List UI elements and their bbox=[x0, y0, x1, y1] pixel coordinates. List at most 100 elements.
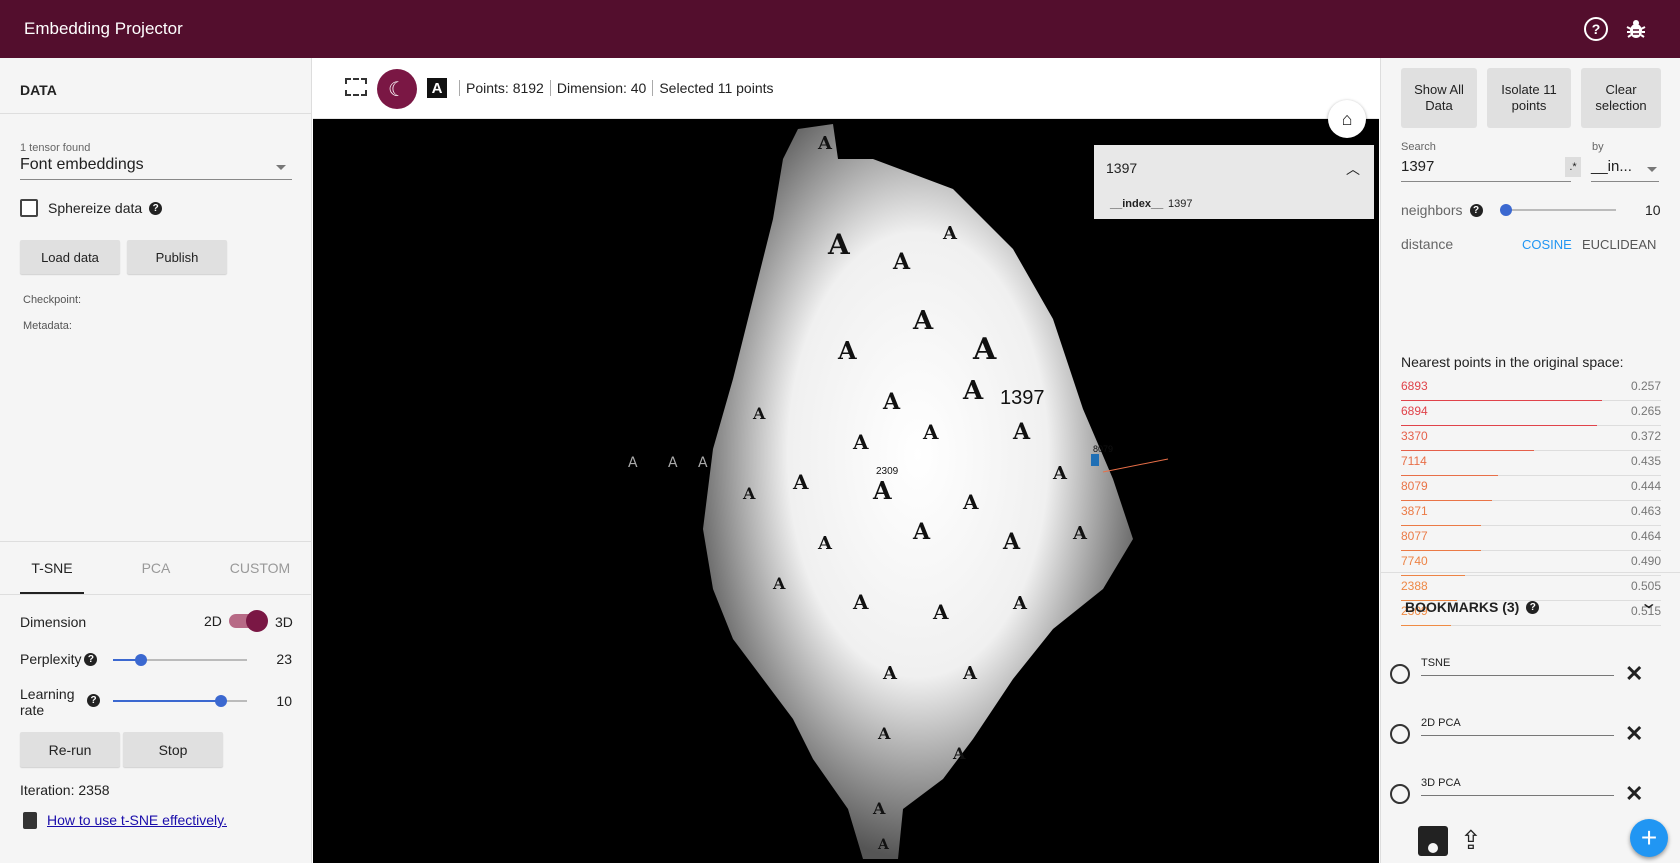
neighbor-id[interactable]: 6894 bbox=[1401, 404, 1428, 418]
close-icon[interactable]: ✕ bbox=[1625, 661, 1643, 687]
dimension-toggle-thumb[interactable] bbox=[246, 610, 268, 632]
neighbor-id[interactable]: 8077 bbox=[1401, 529, 1428, 543]
bookmarks-title: BOOKMARKS (3) bbox=[1405, 599, 1520, 615]
stray-label-c: A bbox=[698, 455, 708, 471]
tab-pca[interactable]: PCA bbox=[104, 542, 208, 594]
svg-text:A: A bbox=[817, 533, 833, 554]
close-icon[interactable]: ✕ bbox=[1625, 721, 1643, 747]
svg-text:A: A bbox=[877, 837, 890, 853]
neighbor-row[interactable]: 6893 0.257 bbox=[1401, 376, 1661, 401]
metadata-key: __index__ bbox=[1110, 198, 1164, 210]
regex-toggle[interactable]: .* bbox=[1565, 157, 1581, 177]
sphereize-option[interactable]: Sphereize data ? bbox=[20, 199, 163, 217]
neighbor-row[interactable]: 6894 0.265 bbox=[1401, 401, 1661, 426]
close-icon[interactable]: ✕ bbox=[1625, 781, 1643, 807]
learning-rate-slider-thumb[interactable] bbox=[215, 695, 227, 707]
tab-tsne[interactable]: T-SNE bbox=[0, 542, 104, 594]
rerun-button[interactable]: Re-run bbox=[20, 732, 120, 767]
neighbor-distance: 0.490 bbox=[1630, 554, 1661, 568]
add-bookmark-button[interactable]: + bbox=[1630, 819, 1668, 857]
night-mode-icon[interactable]: ☾ bbox=[377, 69, 417, 109]
metadata-label: Metadata: bbox=[23, 320, 72, 332]
home-icon[interactable]: ⌂ bbox=[1328, 100, 1366, 138]
neighbors-value: 10 bbox=[1645, 202, 1661, 218]
perplexity-label-row: Perplexity ? bbox=[20, 651, 98, 667]
label-mode-icon[interactable]: A bbox=[427, 78, 447, 98]
neighbor-row[interactable]: 3370 0.372 bbox=[1401, 426, 1661, 451]
dim-3d-label: 3D bbox=[275, 614, 293, 630]
upload-icon[interactable]: ⇪ bbox=[1460, 826, 1482, 854]
search-by-value: __in... bbox=[1591, 158, 1632, 175]
select-mode-icon[interactable] bbox=[345, 78, 367, 96]
dim-2d-label: 2D bbox=[204, 613, 222, 629]
neighbor-line bbox=[1102, 458, 1169, 473]
bookmark-label[interactable]: TSNE bbox=[1421, 657, 1614, 676]
neighbor-id[interactable]: 8079 bbox=[1401, 479, 1428, 493]
publish-button[interactable]: Publish bbox=[127, 240, 227, 274]
chevron-down-icon bbox=[276, 165, 286, 170]
help-icon[interactable]: ? bbox=[1526, 600, 1540, 614]
help-icon[interactable]: ? bbox=[87, 694, 100, 707]
tab-custom[interactable]: CUSTOM bbox=[208, 542, 312, 594]
stats: Points: 8192 Dimension: 40 Selected 11 p… bbox=[459, 80, 780, 96]
learning-rate-label-2: rate bbox=[20, 702, 45, 718]
svg-text:A: A bbox=[1072, 523, 1088, 544]
show-all-data-button[interactable]: Show All Data bbox=[1401, 68, 1477, 128]
app-header: Embedding Projector ? bbox=[0, 0, 1680, 58]
projection-canvas[interactable]: A A A A A A A A A A A A A A A A A A A A … bbox=[313, 119, 1379, 863]
neighbors-slider-track[interactable] bbox=[1506, 209, 1616, 211]
neighbors-slider-thumb[interactable] bbox=[1500, 204, 1512, 216]
help-icon[interactable]: ? bbox=[149, 201, 163, 215]
bookmark-label[interactable]: 3D PCA bbox=[1421, 777, 1614, 796]
neighbor-label-8079: 8079 bbox=[1093, 444, 1113, 454]
point-cloud-mass bbox=[703, 124, 1133, 859]
cosine-option[interactable]: COSINE bbox=[1522, 237, 1572, 252]
tsne-help-link[interactable]: How to use t-SNE effectively. bbox=[47, 812, 227, 828]
help-icon[interactable]: ? bbox=[1469, 203, 1483, 217]
bookmark-radio[interactable] bbox=[1390, 724, 1410, 744]
neighbor-distance: 0.505 bbox=[1630, 579, 1661, 593]
chevron-down-icon[interactable]: ⌄ bbox=[1639, 593, 1658, 613]
search-input[interactable]: 1397 bbox=[1401, 158, 1571, 182]
chevron-up-icon[interactable]: ︿ bbox=[1346, 159, 1360, 179]
neighbor-row[interactable]: 7114 0.435 bbox=[1401, 451, 1661, 476]
help-icon[interactable]: ? bbox=[84, 652, 98, 666]
neighbor-row[interactable]: 8079 0.444 bbox=[1401, 476, 1661, 501]
load-data-button[interactable]: Load data bbox=[20, 240, 120, 274]
neighbor-row[interactable]: 2388 0.505 bbox=[1401, 576, 1661, 601]
sphereize-checkbox[interactable] bbox=[20, 199, 38, 217]
neighbors-label-row: neighbors ? bbox=[1401, 202, 1483, 218]
save-icon[interactable] bbox=[1418, 826, 1448, 856]
perplexity-slider-thumb[interactable] bbox=[135, 654, 147, 666]
svg-text:A: A bbox=[932, 600, 949, 624]
help-icon[interactable]: ? bbox=[1584, 17, 1608, 41]
bookmark-radio[interactable] bbox=[1390, 664, 1410, 684]
selected-point-label: 1397 bbox=[1000, 387, 1045, 409]
isolate-points-button[interactable]: Isolate 11 points bbox=[1487, 68, 1571, 128]
svg-text:A: A bbox=[1052, 463, 1068, 484]
svg-text:A: A bbox=[817, 133, 833, 154]
svg-text:A: A bbox=[742, 484, 756, 503]
selection-info-card: 1397 ︿ __index__ 1397 bbox=[1094, 145, 1374, 219]
euclidean-option[interactable]: EUCLIDEAN bbox=[1582, 237, 1656, 252]
clear-selection-button[interactable]: Clear selection bbox=[1581, 68, 1661, 128]
neighbor-id[interactable]: 7740 bbox=[1401, 554, 1428, 568]
divider bbox=[1381, 572, 1680, 573]
by-caption: by bbox=[1592, 141, 1604, 153]
bug-icon[interactable] bbox=[1624, 17, 1648, 41]
bookmark-radio[interactable] bbox=[1390, 784, 1410, 804]
neighbor-id[interactable]: 6893 bbox=[1401, 379, 1428, 393]
stop-button[interactable]: Stop bbox=[123, 732, 223, 767]
search-by-select[interactable]: __in... bbox=[1591, 158, 1659, 182]
tensor-select[interactable]: Font embeddings bbox=[20, 156, 292, 180]
neighbor-row[interactable]: 3871 0.463 bbox=[1401, 501, 1661, 526]
neighbor-id[interactable]: 2388 bbox=[1401, 579, 1428, 593]
neighbor-row[interactable]: 8077 0.464 bbox=[1401, 526, 1661, 551]
divider bbox=[0, 113, 312, 114]
svg-text:A: A bbox=[827, 228, 851, 261]
bookmark-label[interactable]: 2D PCA bbox=[1421, 717, 1614, 736]
point-cloud: A A A A A A A A A A A A A A A A A A A A … bbox=[628, 124, 1169, 859]
neighbor-id[interactable]: 3370 bbox=[1401, 429, 1428, 443]
neighbor-id[interactable]: 7114 bbox=[1401, 454, 1427, 468]
neighbor-id[interactable]: 3871 bbox=[1401, 504, 1428, 518]
